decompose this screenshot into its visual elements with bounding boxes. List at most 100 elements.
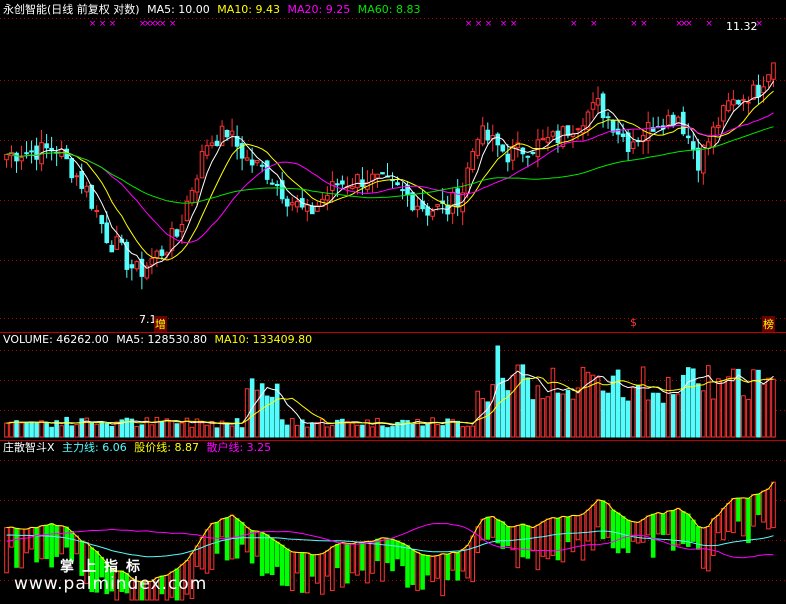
volume-bar [390, 426, 395, 438]
volume-bar [716, 378, 721, 438]
indicator-bar [304, 552, 310, 594]
badge-dollar[interactable]: $ [630, 316, 637, 329]
candle-body [500, 144, 506, 152]
volume-bar [350, 422, 355, 438]
indicator-bar [535, 524, 541, 571]
signal-marker: × [465, 19, 473, 29]
candle-body [284, 198, 290, 207]
volume-bar [99, 422, 105, 438]
candle-body [74, 175, 79, 178]
badge-bang[interactable]: 榜 [762, 316, 775, 332]
candle-body [174, 229, 180, 237]
indicator-bar [505, 526, 511, 547]
candle-body [179, 223, 185, 233]
indicator-bar [680, 511, 686, 545]
volume-bar [625, 400, 631, 438]
indicator-bar [746, 497, 751, 544]
watermark-cn: 掌上指标 [60, 559, 148, 575]
volume-bar [721, 380, 726, 438]
volume-bar [746, 398, 751, 438]
indicator-bar [545, 518, 551, 560]
volume-bar [239, 427, 245, 438]
volume-bar [189, 426, 195, 438]
volume-bar [645, 399, 651, 438]
volume-bar [159, 421, 165, 438]
candle-body [380, 172, 385, 175]
volume-bar [315, 421, 320, 438]
indicator-bar [751, 494, 756, 527]
candle-body [630, 141, 636, 150]
candle-body [99, 215, 105, 225]
indicator-bar [590, 504, 596, 551]
candle-body [254, 160, 260, 164]
volume-bar [330, 424, 335, 438]
volume-bar [154, 416, 160, 438]
volume-bar [726, 376, 731, 438]
chart-canvas[interactable]: × × × ××××× × × × × × × × × × × ××× × × [0, 0, 786, 604]
volume-bar [520, 364, 526, 438]
indicator-bar [630, 521, 636, 542]
candle-body [224, 129, 230, 138]
volume-bar [570, 398, 576, 438]
candle-body [229, 130, 235, 136]
main-force-line [6, 530, 774, 558]
candle-body [746, 101, 751, 104]
volume-bar [355, 424, 360, 438]
candle-body [294, 201, 300, 208]
indicator-bar [580, 513, 586, 561]
candle-body [485, 129, 491, 141]
volume-bar [555, 392, 561, 438]
candle-body [355, 174, 360, 189]
candle-body [340, 180, 345, 185]
signal-marker: × [89, 19, 97, 29]
indicator-bar [199, 536, 205, 570]
volume-bar [59, 425, 64, 438]
indicator-bar [515, 524, 521, 569]
watermark-url: www.palmindex.com [14, 574, 208, 594]
high-price-label: 11.32 [726, 20, 758, 33]
candle-body [249, 159, 255, 166]
candle-body [69, 158, 74, 179]
indicator-bar [350, 543, 355, 574]
volume-bar [109, 426, 115, 438]
candle-body [605, 116, 611, 119]
candle-body [615, 128, 621, 135]
indicator-bar [620, 516, 626, 549]
indicator-bar [49, 523, 54, 568]
volume-bar [44, 421, 49, 438]
indicator-bar [736, 497, 741, 522]
signal-marker: × [590, 19, 598, 29]
candle-body [595, 98, 601, 106]
volume-bar [234, 418, 240, 438]
signal-marker: × [640, 19, 648, 29]
indicator-bar [239, 522, 245, 545]
main-chart-header: 永创智能(日线 前复权 对数) MA5: 10.00 MA10: 9.43 MA… [3, 3, 424, 16]
indicator-bar [495, 519, 501, 544]
indicator-bar [299, 552, 305, 593]
badge-zeng[interactable]: 增 [154, 316, 167, 332]
indicator-bar [34, 527, 39, 563]
candle-body [741, 99, 746, 102]
volume-bar [49, 426, 54, 438]
candle-body [325, 194, 330, 201]
indicator-bar [490, 515, 496, 538]
volume-bar [284, 424, 290, 438]
indicator-bar [761, 490, 766, 523]
volume-bar [19, 422, 24, 438]
signal-marker: × [159, 19, 167, 29]
candle-body [435, 204, 440, 207]
volume-bar [104, 422, 110, 438]
volume-bar [495, 345, 501, 438]
candle-body [4, 153, 9, 161]
price-line-legend: 股价线: 8.87 [134, 441, 199, 454]
volume-bar [279, 419, 285, 438]
volume-bar [360, 424, 365, 438]
candle-body [194, 178, 200, 193]
indicator-bar [435, 555, 440, 579]
volume-bar [560, 393, 566, 438]
candle-body [721, 105, 726, 122]
indicator-bar [430, 555, 435, 583]
signal-marker: × [510, 19, 518, 29]
candle-body [771, 62, 776, 80]
indicator-bar [320, 553, 325, 595]
